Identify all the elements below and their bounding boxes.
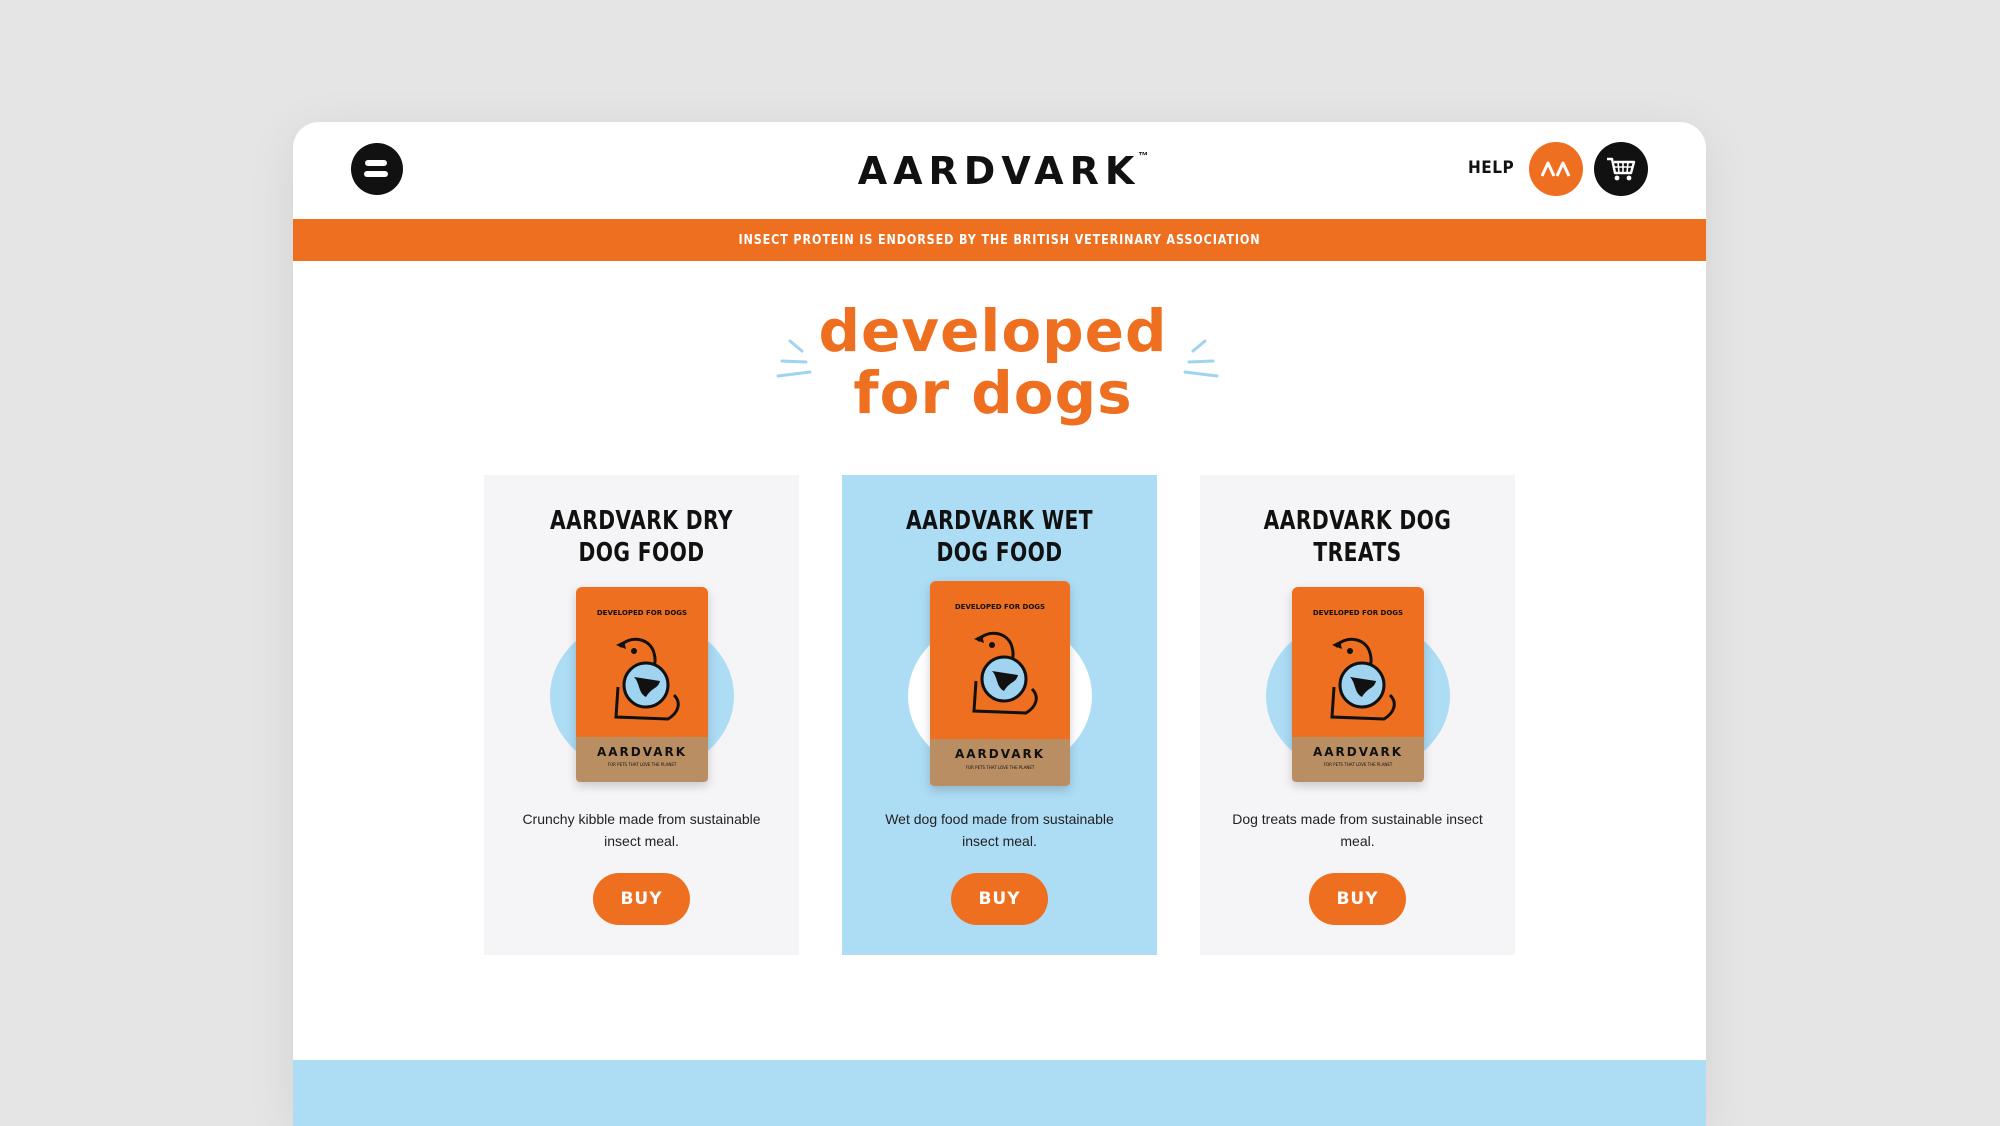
product-image[interactable]: DEVELOPED FOR DOGS AARDVARK FOR PETS THA…: [842, 581, 1157, 787]
product-bag-image: DEVELOPED FOR DOGS AARDVARK FOR PETS THA…: [1292, 587, 1424, 782]
product-bag-image: DEVELOPED FOR DOGS AARDVARK FOR PETS THA…: [576, 587, 708, 782]
dog-globe-illustration-icon: [614, 637, 680, 721]
bag-label: DEVELOPED FOR DOGS: [596, 609, 688, 617]
hero-title-line2: for dogs: [853, 359, 1133, 427]
cart-icon: [1607, 157, 1636, 181]
banner-text: INSECT PROTEIN IS ENDORSED BY THE BRITIS…: [738, 232, 1261, 248]
product-title-line1: AARDVARK WET: [905, 506, 1093, 536]
product-title-line2: TREATS: [1313, 538, 1402, 568]
product-title: AARDVARK DRY DOG FOOD: [519, 505, 765, 569]
account-icon: [1541, 161, 1571, 177]
product-image[interactable]: DEVELOPED FOR DOGS AARDVARK FOR PETS THA…: [1200, 587, 1515, 787]
help-link[interactable]: HELP: [1468, 158, 1514, 178]
cart-button[interactable]: [1594, 142, 1648, 196]
bag-brand: AARDVARK: [596, 745, 688, 759]
product-title: AARDVARK WET DOG FOOD: [877, 505, 1123, 569]
trademark: ™: [1138, 151, 1149, 162]
product-title: AARDVARK DOG TREATS: [1235, 505, 1481, 569]
product-title-line2: DOG FOOD: [578, 538, 705, 568]
buy-button[interactable]: BUY: [1309, 873, 1406, 925]
bag-base: [576, 737, 708, 782]
bag-tagline: FOR PETS THAT LOVE THE PLANET: [607, 762, 677, 767]
sparkle-lines-right-icon: [1183, 339, 1219, 378]
buy-button[interactable]: BUY: [951, 873, 1048, 925]
logo-text: AARDVARK: [857, 149, 1141, 193]
product-bag-image: DEVELOPED FOR DOGS AARDVARK FOR PETS THA…: [930, 581, 1070, 786]
product-description: Wet dog food made from sustainable insec…: [885, 811, 1114, 849]
next-section-band: [293, 1060, 1706, 1126]
bag-tagline: FOR PETS THAT LOVE THE PLANET: [965, 765, 1035, 770]
product-card-dog-treats[interactable]: AARDVARK DOG TREATS DEVELOPED FOR DOGS A…: [1200, 475, 1515, 955]
announcement-banner: INSECT PROTEIN IS ENDORSED BY THE BRITIS…: [293, 219, 1706, 261]
product-description: Dog treats made from sustainable insect …: [1232, 811, 1483, 849]
bag-tagline: FOR PETS THAT LOVE THE PLANET: [1323, 762, 1393, 767]
account-button[interactable]: [1529, 142, 1583, 196]
product-image[interactable]: DEVELOPED FOR DOGS AARDVARK FOR PETS THA…: [484, 587, 799, 787]
bag-base: [1292, 737, 1424, 782]
bag-label: DEVELOPED FOR DOGS: [1312, 609, 1404, 617]
site-logo[interactable]: AARDVARK ™: [853, 147, 1153, 195]
product-description: Crunchy kibble made from sustainable ins…: [522, 811, 761, 849]
product-card-wet-food[interactable]: AARDVARK WET DOG FOOD DEVELOPED FOR DOGS…: [842, 475, 1157, 955]
menu-icon: [365, 160, 387, 166]
bag-brand: AARDVARK: [954, 747, 1046, 761]
product-title-line1: AARDVARK DRY: [550, 506, 733, 536]
site-header: AARDVARK ™ HELP: [293, 122, 1706, 219]
product-title-line2: DOG FOOD: [936, 538, 1063, 568]
product-card-dry-food[interactable]: AARDVARK DRY DOG FOOD DEVELOPED FOR DOGS…: [484, 475, 799, 955]
bag-brand: AARDVARK: [1312, 745, 1404, 759]
dog-globe-illustration-icon: [1330, 637, 1396, 721]
dog-globe-illustration-icon: [972, 631, 1038, 715]
product-title-line1: AARDVARK DOG: [1263, 506, 1452, 536]
menu-button[interactable]: [351, 143, 403, 195]
hero-title: developed for dogs: [773, 300, 1213, 424]
buy-button[interactable]: BUY: [593, 873, 690, 925]
menu-icon-line: [364, 171, 388, 177]
bag-label: DEVELOPED FOR DOGS: [954, 603, 1046, 611]
hero-title-line1: developed: [818, 297, 1168, 365]
browser-window: AARDVARK ™ HELP INSECT PROTEIN IS ENDORS…: [293, 122, 1706, 1126]
